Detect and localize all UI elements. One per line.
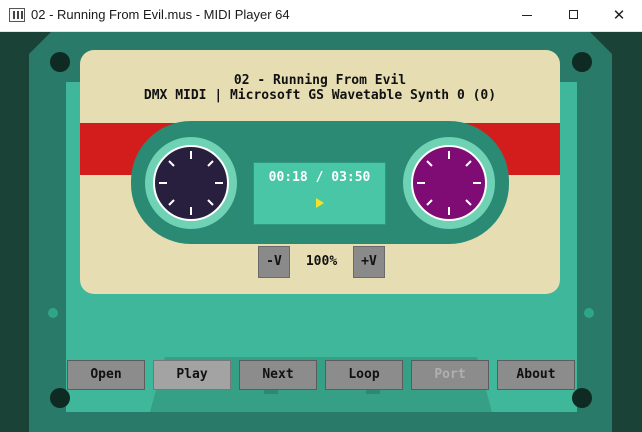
screw-icon — [50, 388, 70, 408]
minimize-button[interactable] — [504, 0, 550, 31]
device-info: DMX MIDI | Microsoft GS Wavetable Synth … — [143, 88, 497, 103]
minimize-icon — [522, 14, 532, 17]
next-button[interactable]: Next — [239, 360, 317, 390]
maximize-button[interactable] — [550, 0, 596, 31]
screw-icon — [572, 52, 592, 72]
play-indicator-icon — [316, 198, 324, 208]
right-reel-icon — [411, 145, 487, 221]
track-title: 02 - Running From Evil — [233, 73, 407, 88]
close-icon: ✕ — [612, 6, 626, 24]
open-button[interactable]: Open — [67, 360, 145, 390]
midi-keyboard-icon — [9, 8, 25, 22]
screw-icon — [572, 388, 592, 408]
side-dot-icon — [584, 308, 594, 318]
playback-time: 00:18 / 03:50 — [268, 170, 371, 185]
port-button[interactable]: Port — [411, 360, 489, 390]
volume-down-button[interactable]: -V — [258, 246, 290, 278]
window-title: 02 - Running From Evil.mus - MIDI Player… — [31, 7, 290, 22]
side-dot-icon — [48, 308, 58, 318]
about-button[interactable]: About — [497, 360, 575, 390]
close-button[interactable]: ✕ — [596, 0, 642, 31]
loop-button[interactable]: Loop — [325, 360, 403, 390]
title-bar: 02 - Running From Evil.mus - MIDI Player… — [0, 0, 642, 32]
play-button[interactable]: Play — [153, 360, 231, 390]
maximize-icon — [568, 10, 578, 19]
volume-level: 100% — [305, 254, 338, 269]
volume-up-button[interactable]: +V — [353, 246, 385, 278]
left-reel-icon — [153, 145, 229, 221]
screw-icon — [50, 52, 70, 72]
